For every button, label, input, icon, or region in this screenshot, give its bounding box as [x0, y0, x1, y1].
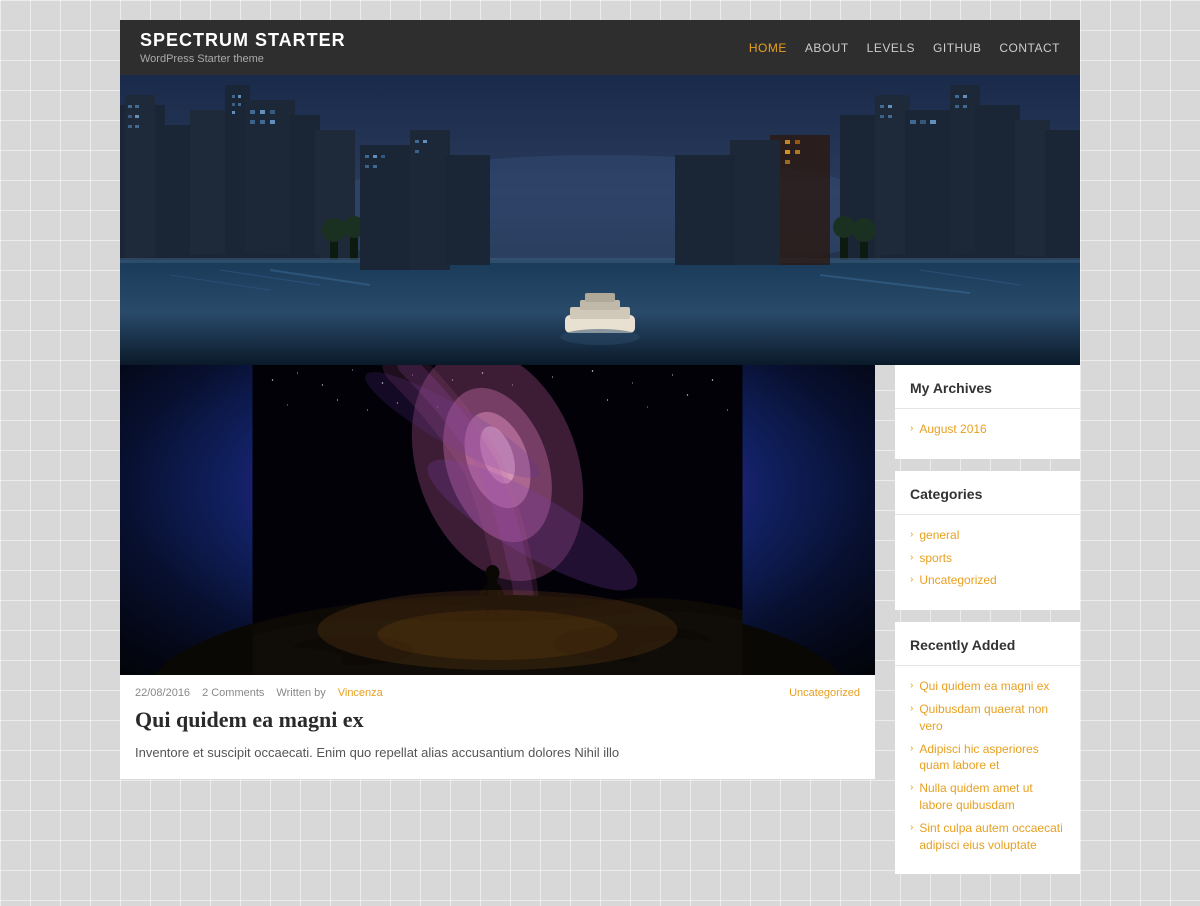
nav-levels[interactable]: LEVELS: [867, 41, 915, 55]
nav-contact[interactable]: CONTACT: [999, 41, 1060, 55]
category-label-2: Uncategorized: [919, 572, 996, 589]
recent-item-3[interactable]: › Nulla quidem amet ut labore quibusdam: [910, 780, 1065, 814]
chevron-icon: ›: [910, 573, 913, 587]
article-title[interactable]: Qui quidem ea magni ex: [120, 707, 875, 743]
categories-widget: Categories › general › sports › Uncatego…: [895, 471, 1080, 610]
categories-title: Categories: [910, 486, 1065, 502]
recent-item-2[interactable]: › Adipisci hic asperiores quam labore et: [910, 741, 1065, 775]
article-card: 22/08/2016 2 Comments Written by Vincenz…: [120, 365, 875, 779]
chevron-icon: ›: [910, 702, 913, 716]
archives-divider: [895, 408, 1080, 409]
site-branding: SPECTRUM STARTER WordPress Starter theme: [140, 30, 346, 65]
archives-title: My Archives: [910, 380, 1065, 396]
chevron-icon: ›: [910, 821, 913, 835]
nav-github[interactable]: GITHUB: [933, 41, 981, 55]
recent-label-4: Sint culpa autem occaecati adipisci eius…: [919, 820, 1065, 854]
sidebar: My Archives › August 2016 Categories › g…: [895, 365, 1080, 886]
article-excerpt: Inventore et suscipit occaecati. Enim qu…: [120, 743, 875, 779]
article-meta: 22/08/2016 2 Comments Written by Vincenz…: [120, 675, 875, 707]
recent-label-0: Qui quidem ea magni ex: [919, 678, 1049, 695]
category-label-0: general: [919, 527, 959, 544]
archive-item-0[interactable]: › August 2016: [910, 421, 1065, 438]
article-featured-image: [120, 365, 875, 675]
recently-added-divider: [895, 665, 1080, 666]
nav-about[interactable]: ABOUT: [805, 41, 849, 55]
chevron-icon: ›: [910, 551, 913, 565]
article-date: 22/08/2016: [135, 687, 190, 699]
article-category[interactable]: Uncategorized: [789, 687, 860, 699]
article-comments[interactable]: 2 Comments: [202, 687, 264, 699]
hero-image: [120, 75, 1080, 365]
recently-added-widget: Recently Added › Qui quidem ea magni ex …: [895, 622, 1080, 874]
archive-label-0: August 2016: [919, 421, 986, 438]
chevron-icon: ›: [910, 781, 913, 795]
site-description: WordPress Starter theme: [140, 53, 346, 65]
chevron-icon: ›: [910, 422, 913, 436]
recent-item-4[interactable]: › Sint culpa autem occaecati adipisci ei…: [910, 820, 1065, 854]
chevron-icon: ›: [910, 742, 913, 756]
site-title: SPECTRUM STARTER: [140, 30, 346, 51]
chevron-icon: ›: [910, 679, 913, 693]
category-item-1[interactable]: › sports: [910, 550, 1065, 567]
categories-divider: [895, 514, 1080, 515]
article-written-by: Written by: [276, 687, 325, 699]
article-author[interactable]: Vincenza: [338, 687, 383, 699]
recent-item-0[interactable]: › Qui quidem ea magni ex: [910, 678, 1065, 695]
recent-label-1: Quibusdam quaerat non vero: [919, 701, 1065, 735]
category-item-0[interactable]: › general: [910, 527, 1065, 544]
recent-label-3: Nulla quidem amet ut labore quibusdam: [919, 780, 1065, 814]
nav-home[interactable]: HOME: [749, 41, 787, 55]
site-header: SPECTRUM STARTER WordPress Starter theme…: [120, 20, 1080, 75]
chevron-icon: ›: [910, 528, 913, 542]
recently-added-title: Recently Added: [910, 637, 1065, 653]
recent-label-2: Adipisci hic asperiores quam labore et: [919, 741, 1065, 775]
main-nav: HOME ABOUT LEVELS GITHUB CONTACT: [749, 41, 1060, 55]
archives-widget: My Archives › August 2016: [895, 365, 1080, 459]
recent-item-1[interactable]: › Quibusdam quaerat non vero: [910, 701, 1065, 735]
content-area: 22/08/2016 2 Comments Written by Vincenz…: [120, 365, 1080, 886]
main-content: 22/08/2016 2 Comments Written by Vincenz…: [120, 365, 875, 886]
category-item-2[interactable]: › Uncategorized: [910, 572, 1065, 589]
category-label-1: sports: [919, 550, 952, 567]
